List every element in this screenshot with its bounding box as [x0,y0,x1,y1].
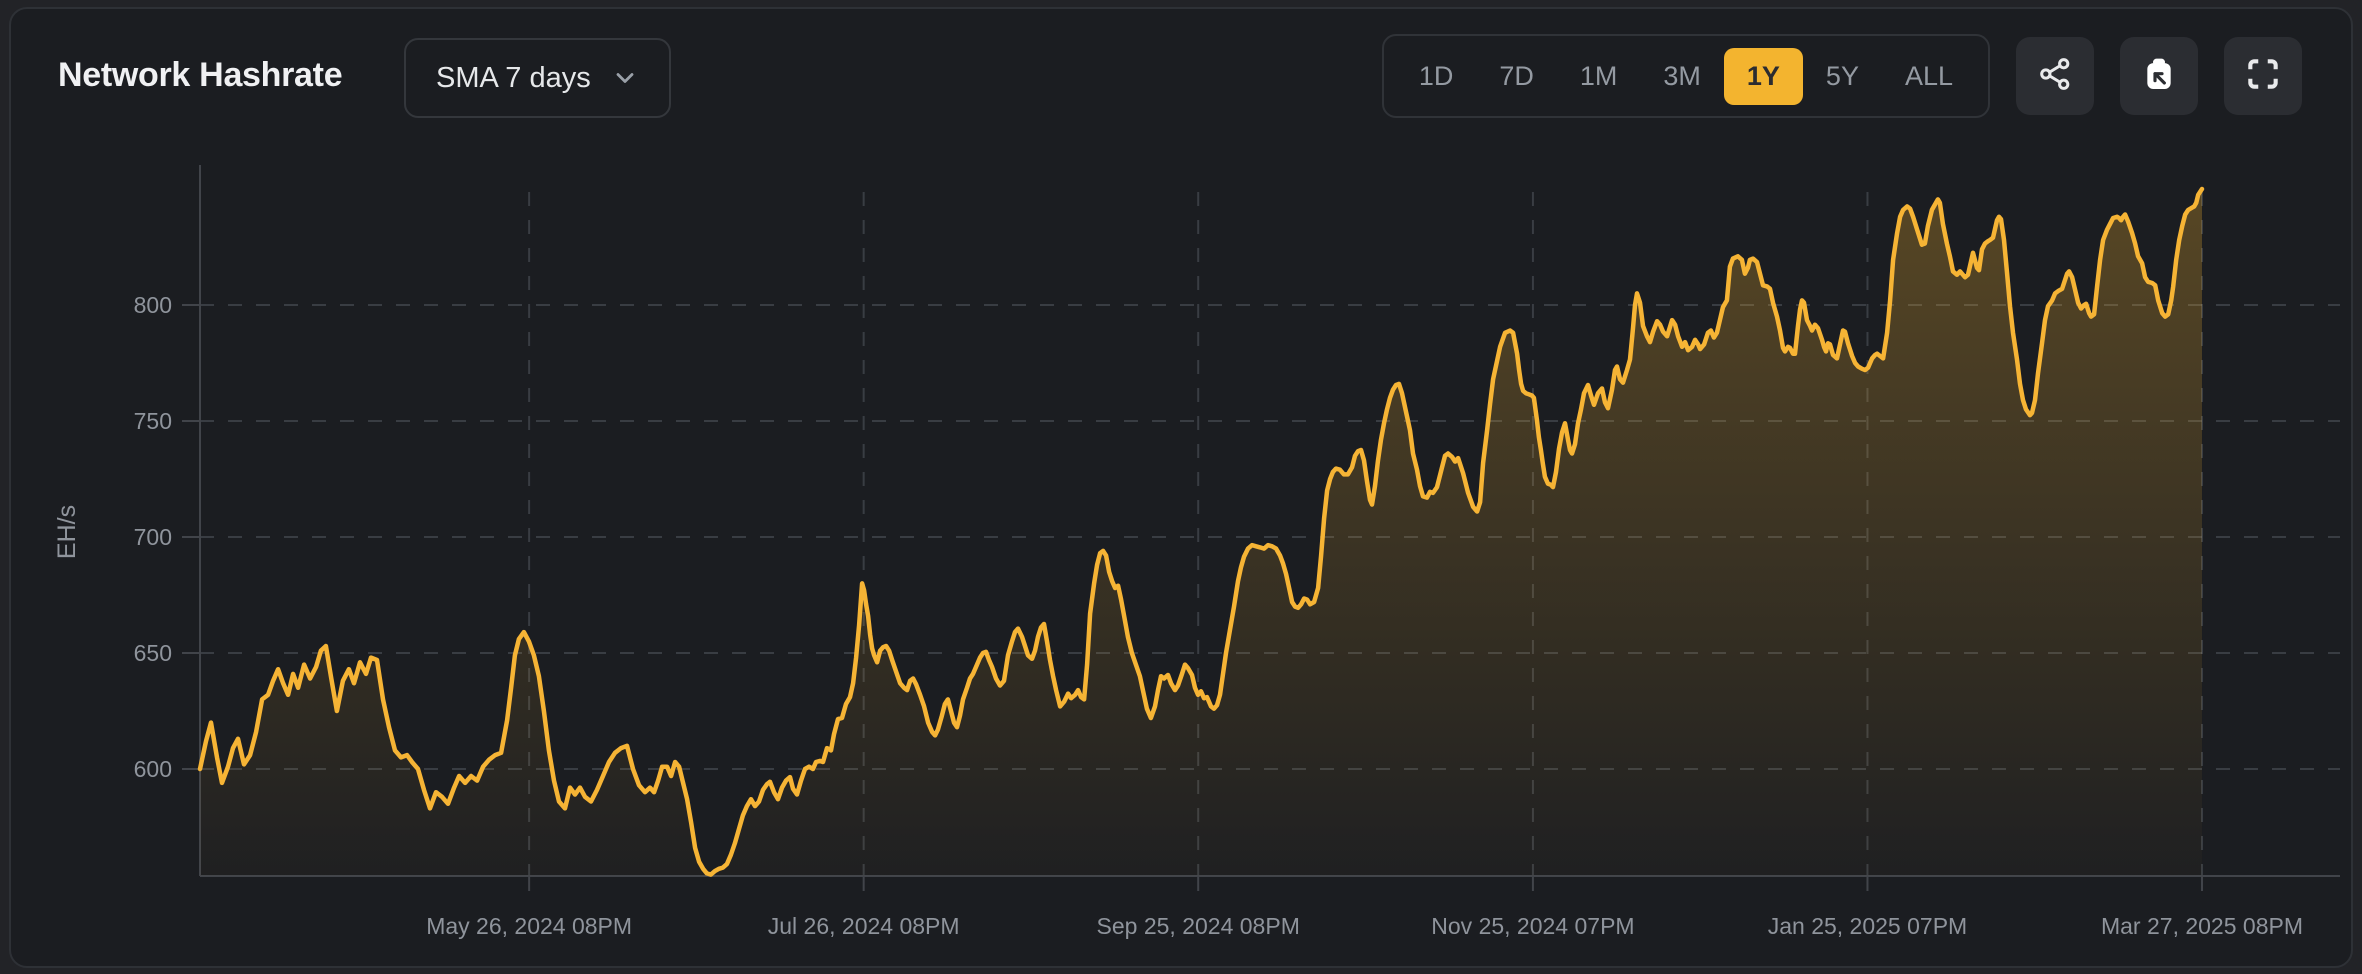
timeframe-group: 1D7D1M3M1Y5YALL [1382,34,1990,118]
share-icon [2036,55,2074,98]
chart-controls: 1D7D1M3M1Y5YALL [1382,34,2302,118]
timeframe-7d[interactable]: 7D [1476,48,1557,105]
y-tick-label: 700 [134,524,172,550]
timeframe-1m[interactable]: 1M [1557,48,1641,105]
y-tick-label: 650 [134,640,172,666]
copy-image-icon [2139,54,2179,99]
timeframe-1y[interactable]: 1Y [1724,48,1803,105]
fullscreen-icon [2244,55,2282,98]
hashrate-area-fill [200,189,2202,876]
x-tick-label: Jul 26, 2024 08PM [768,913,960,939]
page-title: Network Hashrate [58,56,342,95]
x-tick-label: May 26, 2024 08PM [426,913,632,939]
fullscreen-button[interactable] [2224,37,2302,115]
y-tick-label: 800 [134,292,172,318]
y-axis-unit-label: EH/s [53,505,81,559]
y-tick-label: 600 [134,756,172,782]
x-tick-label: Sep 25, 2024 08PM [1097,913,1300,939]
hashrate-widget: 600 650 700 750 800 May 26, 2024 08PM Jul 26, … [0,0,2362,974]
x-tick-label: Nov 25, 2024 07PM [1431,913,1634,939]
copy-image-button[interactable] [2120,37,2198,115]
hashrate-area-chart: 600 650 700 750 800 May 26, 2024 08PM Jul 26, … [0,0,2362,974]
y-tick-label: 750 [134,408,172,434]
timeframe-5y[interactable]: 5Y [1803,48,1882,105]
sma-dropdown[interactable]: SMA 7 days [404,38,671,118]
share-button[interactable] [2016,37,2094,115]
x-tick-label: Mar 27, 2025 08PM [2101,913,2303,939]
timeframe-all[interactable]: ALL [1882,48,1976,105]
x-tick-label: Jan 25, 2025 07PM [1768,913,1967,939]
timeframe-3m[interactable]: 3M [1640,48,1724,105]
timeframe-1d[interactable]: 1D [1396,48,1477,105]
sma-dropdown-value: SMA 7 days [436,62,591,95]
chevron-down-icon [611,64,639,92]
